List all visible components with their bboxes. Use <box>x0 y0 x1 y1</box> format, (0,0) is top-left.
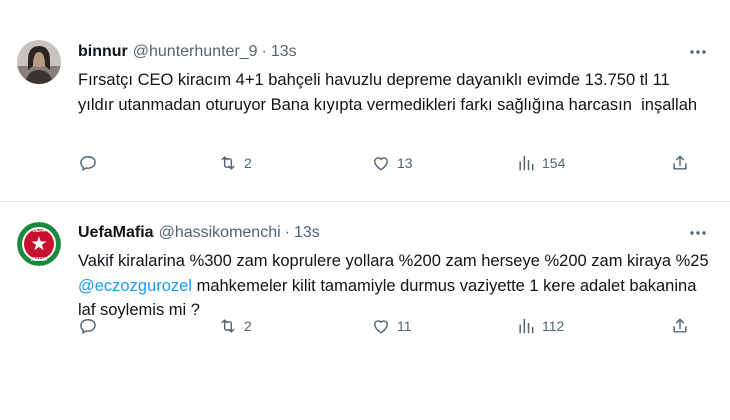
tweet-header: UefaMafia @hassikomenchi · 13s <box>78 223 710 243</box>
views-button[interactable]: 154 <box>516 153 565 173</box>
avatar[interactable]: UEFA MAFIA <box>17 222 61 266</box>
user-handle[interactable]: @hassikomenchi <box>159 223 281 243</box>
more-options-icon[interactable] <box>686 221 710 245</box>
separator-dot: · <box>261 43 267 60</box>
share-button[interactable] <box>670 153 690 173</box>
tweet-header: binnur @hunterhunter_9 · 13s <box>78 42 710 62</box>
heart-icon <box>374 320 388 334</box>
display-name[interactable]: UefaMafia <box>78 223 154 243</box>
views-button[interactable]: 112 <box>516 316 564 336</box>
reply-icon <box>80 319 96 334</box>
avatar[interactable] <box>17 40 61 84</box>
tweet[interactable]: binnur @hunterhunter_9 · 13s Fırsatçı CE… <box>0 0 730 202</box>
heart-icon <box>374 157 388 171</box>
reply-button[interactable] <box>78 316 98 336</box>
view-count: 154 <box>542 155 566 171</box>
tweet-text: Fırsatçı CEO kiracım 4+1 bahçeli havuzlu… <box>78 71 698 114</box>
tweet-content: UefaMafia @hassikomenchi · 13s Vakif kir… <box>78 223 710 323</box>
retweet-button[interactable]: 2 <box>218 153 252 173</box>
tweet[interactable]: UEFA MAFIA UefaMafia @hassikomenchi · 13… <box>0 202 730 420</box>
retweet-button[interactable]: 2 <box>218 316 252 336</box>
like-count: 13 <box>397 155 413 171</box>
reply-icon <box>80 156 96 171</box>
avatar-logo-text: UEFA <box>32 228 46 234</box>
share-icon <box>673 155 687 170</box>
tweet-content: binnur @hunterhunter_9 · 13s Fırsatçı CE… <box>78 40 710 171</box>
user-handle[interactable]: @hunterhunter_9 <box>133 42 258 62</box>
more-options-icon[interactable] <box>686 40 710 64</box>
retweet-icon <box>221 319 235 333</box>
separator-dot: · <box>284 224 290 241</box>
like-count: 11 <box>397 318 412 334</box>
analytics-icon <box>519 318 534 334</box>
display-name[interactable]: binnur <box>78 42 128 62</box>
retweet-count: 2 <box>244 318 252 334</box>
tweet-text: Vakif kiralarina %300 zam koprulere yoll… <box>78 249 710 323</box>
share-button[interactable] <box>670 316 690 336</box>
view-count: 112 <box>542 318 565 334</box>
timestamp[interactable]: 13s <box>294 223 320 243</box>
analytics-icon <box>519 155 534 171</box>
reply-button[interactable] <box>78 153 98 173</box>
tweet-text-part: Vakif kiralarina %300 zam koprulere yoll… <box>78 252 714 270</box>
like-button[interactable]: 13 <box>371 153 413 173</box>
mention-link[interactable]: @eczozgurozel <box>78 277 192 295</box>
like-button[interactable]: 11 <box>371 316 412 336</box>
retweet-count: 2 <box>244 155 252 171</box>
timestamp[interactable]: 13s <box>271 42 297 62</box>
share-icon <box>673 318 687 333</box>
retweet-icon <box>221 156 235 170</box>
svg-text:MAFIA: MAFIA <box>31 257 47 263</box>
